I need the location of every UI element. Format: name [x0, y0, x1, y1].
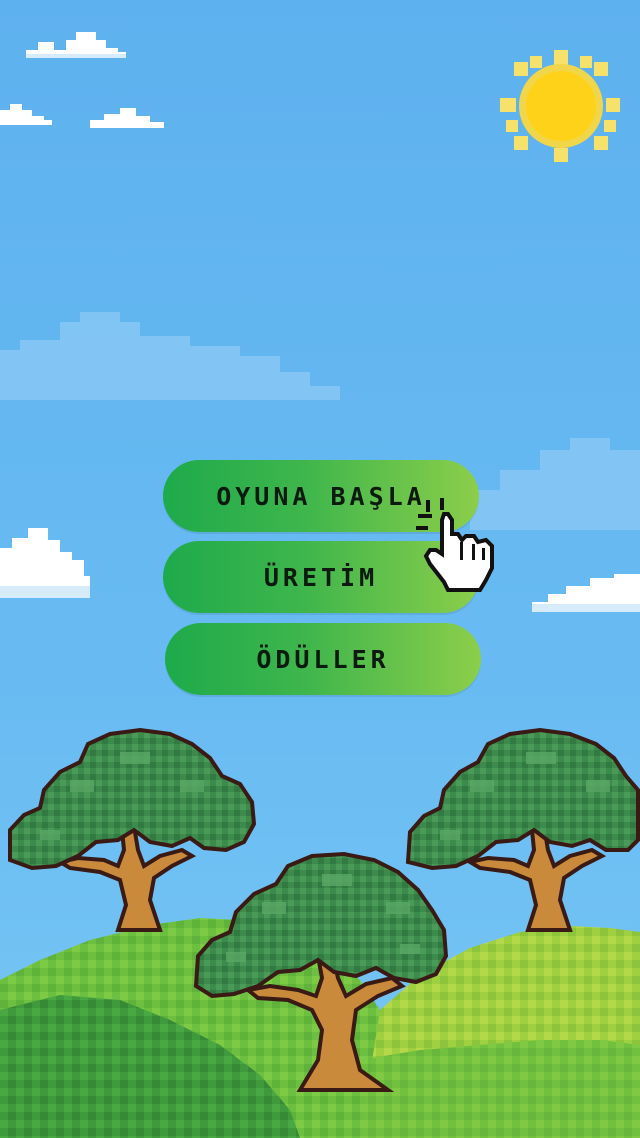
rewards-button[interactable]: ÖDÜLLER [165, 623, 481, 695]
main-menu-screen: OYUNA BAŞLA ÜRETİM ÖDÜLLER [0, 0, 640, 1138]
production-label: ÜRETİM [263, 562, 379, 592]
start-game-label: OYUNA BAŞLA [216, 481, 426, 511]
hand-pointer-icon [416, 498, 494, 592]
rewards-label: ÖDÜLLER [256, 644, 390, 674]
